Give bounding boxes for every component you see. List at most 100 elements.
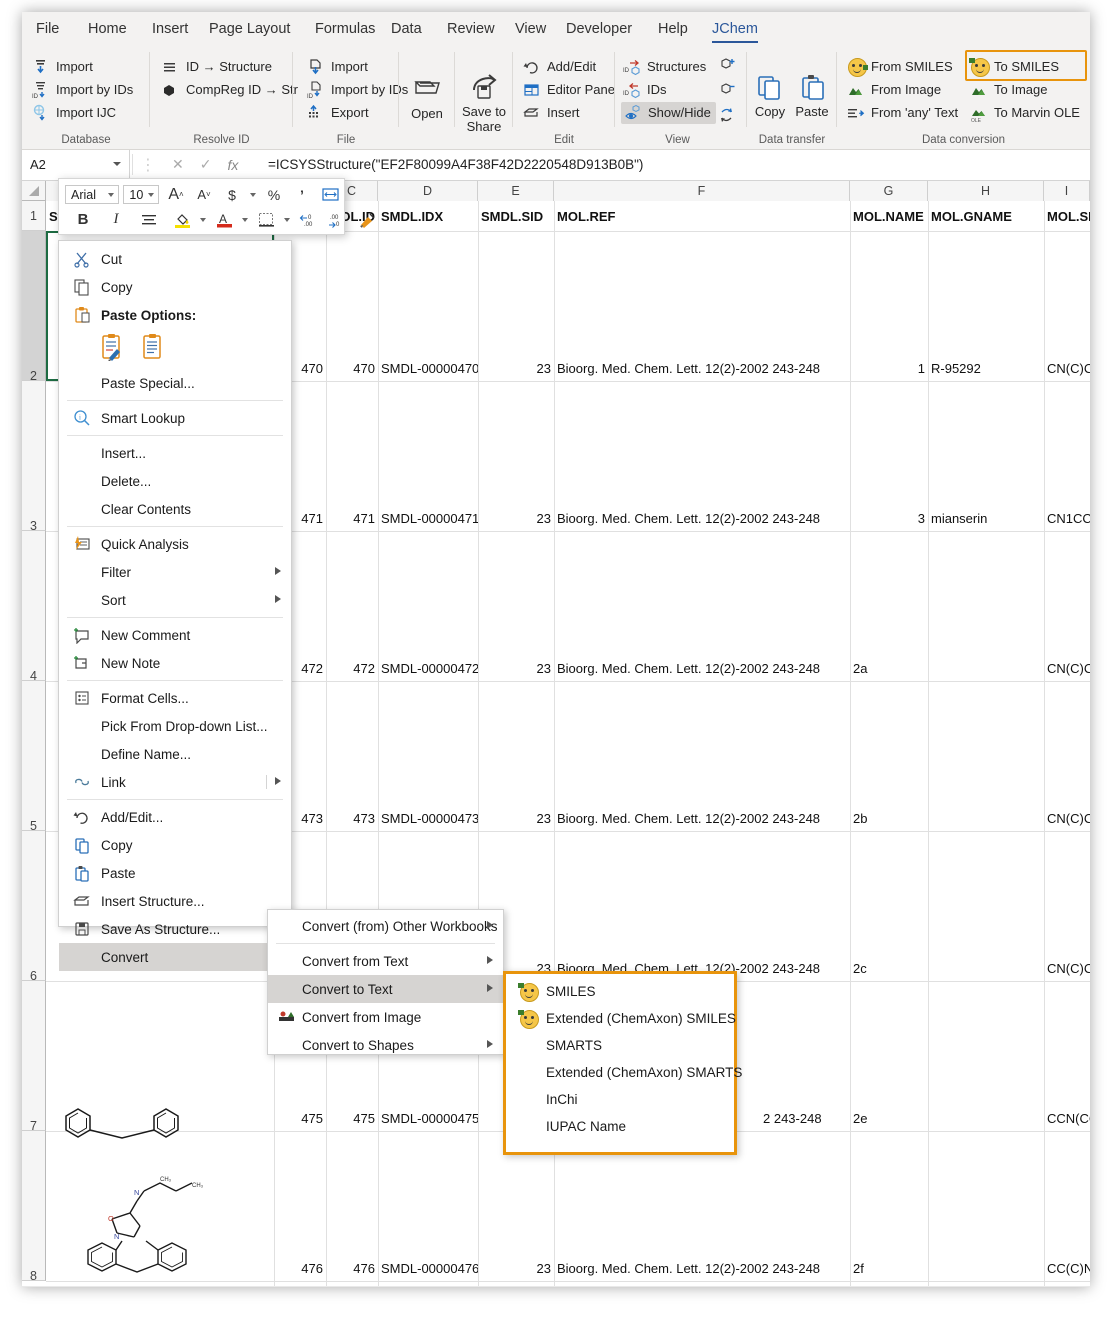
cell-I3[interactable]: CN1CC [1044,506,1090,531]
currency-format-button[interactable]: $ [218,184,246,206]
ribbon-from-image[interactable]: From Image [847,79,941,101]
ribbon-remove-structure-small[interactable] [719,79,743,101]
cell-G1[interactable]: MOL.NAME [850,201,928,231]
fill-color-button[interactable] [168,209,196,231]
cell-C8[interactable]: 476 [326,1256,378,1281]
ribbon-editor-pane[interactable]: Editor Pane [523,79,615,101]
submenu-item-convert-to-text[interactable]: Convert to Text [268,975,503,1003]
menu-item-link[interactable]: Link [59,768,291,796]
col-header-G[interactable]: G [850,181,928,201]
cell-F4[interactable]: Bioorg. Med. Chem. Lett. 12(2)-2002 243-… [554,656,850,681]
menu-item-filter[interactable]: Filter [59,558,291,586]
borders-dropdown-icon[interactable] [284,217,290,222]
col-header-F[interactable]: F [554,181,850,201]
col-header-D[interactable]: D [378,181,478,201]
ribbon-show-hide[interactable]: Show/Hide [621,102,716,124]
cell-F1[interactable]: MOL.REF [554,201,850,231]
ribbon-compreg-id-to-str[interactable]: CompReg ID → Str [162,79,298,101]
cell-F2[interactable]: Bioorg. Med. Chem. Lett. 12(2)-2002 243-… [554,356,850,381]
row-header-2[interactable]: 2 [22,231,46,383]
to-text-item-extended-smarts[interactable]: Extended (ChemAxon) SMARTS [506,1059,742,1086]
cell-G6[interactable]: 2c [850,956,928,981]
cancel-edit-icon[interactable]: ✕ [172,156,184,173]
menu-item-save-as-structure[interactable]: Save As Structure... [59,915,291,943]
cell-I5[interactable]: CN(C)C [1044,806,1090,831]
insert-function-icon[interactable]: fx [227,157,238,173]
font-size-dropdown-icon[interactable] [148,193,154,197]
cell-I2[interactable]: CN(C)C [1044,356,1090,381]
confirm-edit-icon[interactable]: ✓ [200,156,212,173]
submenu-item-convert-from-text[interactable]: Convert from Text [268,947,503,975]
cell-D2[interactable]: SMDL-00000470 [378,356,478,381]
cell-E2[interactable]: 23 [478,356,554,381]
cell-G4[interactable]: 2a [850,656,928,681]
horizontal-scrollbar[interactable] [22,1286,1090,1287]
row-header-7[interactable]: 7 [22,981,46,1133]
menu-item-define-name[interactable]: Define Name... [59,740,291,768]
ribbon-add-edit[interactable]: Add/Edit [523,56,596,78]
ribbon-import-db[interactable]: Import [32,56,93,78]
merge-center-button[interactable] [316,184,344,206]
borders-button[interactable] [252,209,280,231]
menu-item-jchem-paste[interactable]: Paste [59,859,291,887]
paste-values-icon[interactable] [139,333,165,366]
to-text-item-extended-smiles[interactable]: Extended (ChemAxon) SMILES [506,1005,736,1032]
cell-F8[interactable]: Bioorg. Med. Chem. Lett. 12(2)-2002 243-… [554,1256,850,1281]
submenu-item-convert-to-shapes[interactable]: Convert to Shapes [268,1031,503,1059]
cell-I7[interactable]: CCN(CC [1044,1106,1090,1131]
fill-color-dropdown-icon[interactable] [200,217,206,222]
to-text-item-smiles[interactable]: SMILES [506,978,734,1005]
font-name-combo[interactable]: Arial [65,185,120,204]
to-text-item-smarts[interactable]: SMARTS [506,1032,734,1059]
tab-view[interactable]: View [505,12,556,46]
cell-D5[interactable]: SMDL-00000473 [378,806,478,831]
cell-D3[interactable]: SMDL-00000471 [378,506,478,531]
shrink-font-button[interactable]: A ˅ [190,184,218,206]
menu-item-smart-lookup[interactable]: i Smart Lookup [59,404,291,432]
cell-G5[interactable]: 2b [850,806,928,831]
cell-H3[interactable]: mianserin [928,506,1044,531]
comma-format-button[interactable]: ’ [288,184,316,206]
ribbon-view-ids[interactable]: ID IDs [623,79,667,101]
ribbon-refresh-small[interactable] [719,104,743,126]
to-text-item-iupac-name[interactable]: IUPAC Name [506,1113,734,1140]
menu-item-delete[interactable]: Delete... [59,467,291,495]
align-button[interactable] [135,209,163,231]
italic-button[interactable]: I [102,209,130,231]
ribbon-view-structures[interactable]: ID Structures [623,56,706,78]
menu-item-new-note[interactable]: New Note [59,649,291,677]
percent-format-button[interactable]: % [260,184,288,206]
col-header-I[interactable]: I [1044,181,1090,201]
cell-G2[interactable]: 1 [850,356,928,381]
ribbon-add-structure-small[interactable] [719,54,743,76]
tab-help[interactable]: Help [648,12,698,46]
row-header-3[interactable]: 3 [22,381,46,533]
name-box[interactable]: A2 [22,150,130,179]
ribbon-import-by-ids-db[interactable]: ID Import by IDs [32,79,133,101]
cell-H2[interactable]: R-95292 [928,356,1044,381]
cell-H4[interactable] [928,656,1044,681]
tab-jchem[interactable]: JChem [702,12,768,46]
menu-item-new-comment[interactable]: New Comment [59,621,291,649]
cell-B8[interactable]: 476 [274,1256,326,1281]
currency-dropdown-icon[interactable] [250,192,256,197]
ribbon-import-by-ids-file[interactable]: ID Import by IDs [307,79,408,101]
col-header-E[interactable]: E [478,181,554,201]
tab-page-layout[interactable]: Page Layout [199,12,300,46]
tab-developer[interactable]: Developer [556,12,642,46]
paste-formatting-icon[interactable] [99,333,125,366]
submenu-item-convert-other-workbooks[interactable]: Convert (from) Other Workbooks [268,912,503,940]
ribbon-open-button[interactable]: Open [399,72,455,121]
tab-formulas[interactable]: Formulas [305,12,385,46]
ribbon-import-ijc[interactable]: Import IJC [32,102,116,124]
cell-C7[interactable]: 475 [326,1106,378,1131]
formula-input[interactable]: =ICSYSStructure("EF2F80099A4F38F42D22205… [268,150,643,179]
ribbon-import-file[interactable]: Import [307,56,368,78]
menu-item-convert[interactable]: Convert [59,943,291,971]
cell-E8[interactable]: 23 [478,1256,554,1281]
row-header-1[interactable]: 1 [22,201,46,231]
menu-item-quick-analysis[interactable]: Quick Analysis [59,530,291,558]
cell-I1[interactable]: MOL.SM [1044,201,1090,231]
ribbon-paste-button[interactable]: Paste [791,70,833,119]
font-name-dropdown-icon[interactable] [108,193,115,197]
